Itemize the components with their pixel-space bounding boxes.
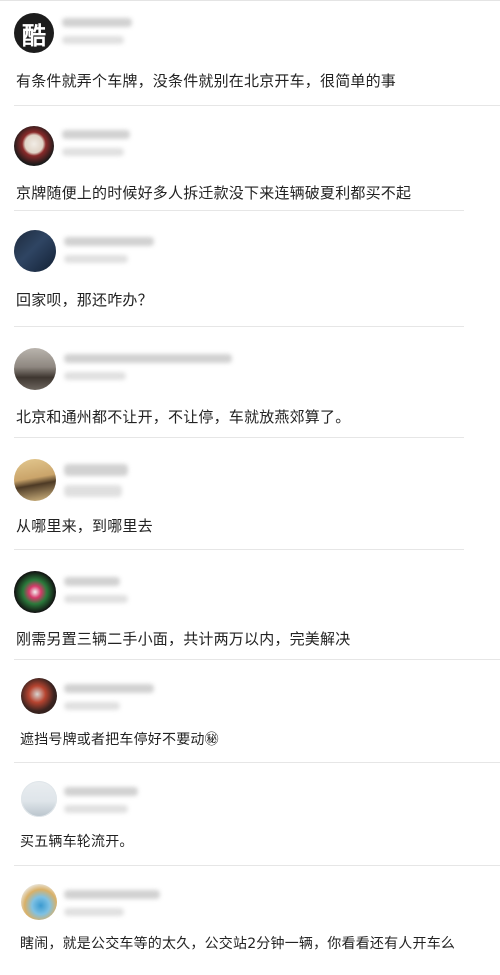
user-avatar[interactable]	[14, 348, 56, 390]
username-blurred[interactable]	[64, 577, 120, 586]
timestamp-blurred	[62, 36, 124, 44]
timestamp-blurred	[64, 908, 124, 916]
comment-text: 回家呗，那还咋办？	[16, 291, 153, 309]
username-blurred[interactable]	[64, 684, 154, 693]
user-avatar[interactable]: 酷	[14, 13, 54, 53]
comment-meta	[62, 130, 130, 156]
comment-item: 买五辆车轮流开。	[0, 763, 500, 866]
comment-item: 从哪里来，到哪里去	[0, 438, 500, 550]
comment-text: 从哪里来，到哪里去	[16, 517, 153, 535]
comment-text: 北京和通州都不让开，不让停，车就放燕郊算了。	[16, 408, 351, 426]
username-blurred[interactable]	[64, 464, 128, 476]
timestamp-blurred	[64, 595, 128, 603]
comment-meta	[64, 890, 160, 916]
comment-item: 京牌随便上的时候好多人拆迁款没下来连辆破夏利都买不起	[0, 106, 500, 211]
comment-text: 遮挡号牌或者把车停好不要动㊙	[20, 732, 219, 748]
user-avatar[interactable]	[14, 230, 56, 272]
comment-meta	[62, 18, 132, 44]
username-blurred[interactable]	[64, 890, 160, 899]
avatar-glyph: 酷	[22, 20, 46, 50]
comment-text: 刚需另置三辆二手小面，共计两万以内，完美解决	[16, 630, 351, 648]
username-blurred[interactable]	[64, 237, 154, 246]
user-avatar[interactable]	[21, 884, 57, 920]
user-avatar[interactable]	[21, 781, 57, 817]
timestamp-blurred	[64, 372, 126, 380]
username-blurred[interactable]	[64, 787, 138, 796]
user-avatar[interactable]	[14, 126, 54, 166]
comment-meta	[64, 464, 128, 497]
username-blurred[interactable]	[62, 18, 132, 27]
timestamp-blurred	[62, 148, 124, 156]
timestamp-blurred	[64, 255, 128, 263]
username-blurred[interactable]	[64, 354, 232, 363]
timestamp-blurred	[64, 702, 120, 710]
username-blurred[interactable]	[62, 130, 130, 139]
comment-meta	[64, 684, 154, 710]
comment-item: 刚需另置三辆二手小面，共计两万以内，完美解决	[0, 550, 500, 660]
comment-text: 瞎闹，就是公交车等的太久，公交站2分钟一辆，你看看还有人开车么	[20, 936, 456, 952]
comment-item: 瞎闹，就是公交车等的太久，公交站2分钟一辆，你看看还有人开车么	[0, 866, 500, 975]
timestamp-blurred	[64, 485, 122, 497]
comment-meta	[64, 237, 154, 263]
timestamp-blurred	[64, 805, 128, 813]
comment-meta	[64, 577, 128, 603]
comment-item: 酷 有条件就弄个车牌，没条件就别在北京开车，很简单的事	[0, 0, 500, 106]
comment-text: 有条件就弄个车牌，没条件就别在北京开车，很简单的事	[16, 72, 397, 90]
comment-item: 回家呗，那还咋办？	[0, 211, 500, 327]
comment-text: 京牌随便上的时候好多人拆迁款没下来连辆破夏利都买不起	[16, 184, 412, 202]
comment-meta	[64, 787, 138, 813]
comment-text: 买五辆车轮流开。	[20, 834, 134, 850]
comment-item: 北京和通州都不让开，不让停，车就放燕郊算了。	[0, 327, 500, 438]
user-avatar[interactable]	[14, 571, 56, 613]
user-avatar[interactable]	[14, 459, 56, 501]
comment-item: 遮挡号牌或者把车停好不要动㊙	[0, 660, 500, 763]
comment-meta	[64, 354, 232, 380]
user-avatar[interactable]	[21, 678, 57, 714]
